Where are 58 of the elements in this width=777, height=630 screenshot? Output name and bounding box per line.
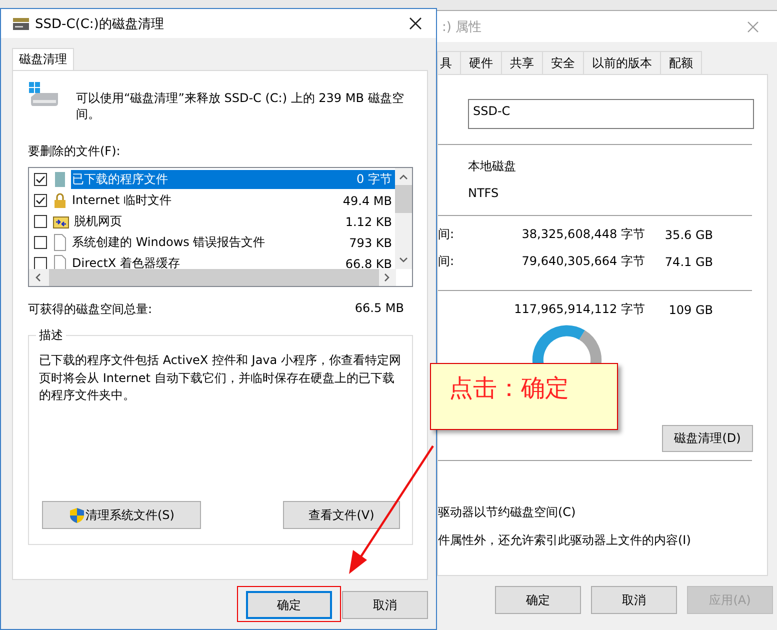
space-label: 间: <box>438 226 456 243</box>
tab[interactable]: 具 <box>437 51 461 74</box>
total-value: 66.5 MB <box>354 301 404 317</box>
files-label: 要删除的文件(F): <box>28 143 122 160</box>
scroll-down-icon[interactable] <box>399 257 408 263</box>
checkbox[interactable] <box>34 194 47 207</box>
package-icon <box>53 171 67 188</box>
checkbox[interactable] <box>34 236 47 249</box>
callout-note: 点击：确定 <box>430 363 618 430</box>
checkbox[interactable] <box>34 257 47 269</box>
scroll-right-icon[interactable] <box>384 273 390 282</box>
space-label: 间: <box>438 253 456 270</box>
drive-icon <box>13 18 29 30</box>
bytes-value: 117,965,914,112 字节 <box>513 301 645 318</box>
bytes-value: 79,640,305,664 字节 <box>520 253 645 270</box>
dialog-button[interactable]: 确定 <box>495 586 581 614</box>
window-title: :) 属性 <box>442 18 483 36</box>
disk-cleanup-button[interactable]: 磁盘清理(D) <box>662 425 753 452</box>
scroll-up-icon[interactable] <box>399 174 408 180</box>
tab[interactable]: 磁盘清理 <box>12 48 74 70</box>
checkbox[interactable] <box>34 173 47 186</box>
filesystem-value: NTFS <box>468 186 500 200</box>
bytes-value: 38,325,608,448 字节 <box>520 226 645 243</box>
type-value: 本地磁盘 <box>468 158 517 175</box>
folder-icon <box>53 214 69 228</box>
file-item[interactable]: DirectX 着色器缓存 66.8 KB <box>71 254 395 269</box>
action-button[interactable]: 查看文件(V) <box>283 501 400 529</box>
file-item[interactable]: 系统创建的 Windows 错误报告文件 793 KB <box>71 233 395 252</box>
donut-drawing <box>532 325 602 365</box>
shield-icon <box>68 506 84 524</box>
tab[interactable]: 配额 <box>660 51 702 74</box>
option-label[interactable]: 件属性外，还允许索引此驱动器上文件的内容(I) <box>438 532 767 548</box>
message-text: 可以使用“磁盘清理”来释放 SSD-C (C:) 上的 239 MB 磁盘空间。 <box>76 90 405 123</box>
document-icon <box>53 234 67 251</box>
total-label: 可获得的磁盘空间总量: <box>28 301 152 318</box>
file-item[interactable]: 已下载的程序文件 0 字节 <box>71 170 395 189</box>
dialog-button[interactable]: 确定 <box>246 591 332 619</box>
checkbox[interactable] <box>34 215 47 228</box>
file-item[interactable]: 脱机网页 1.12 KB <box>73 212 395 231</box>
lock-icon <box>53 192 67 209</box>
file-item[interactable]: Internet 临时文件 49.4 MB <box>71 191 395 210</box>
window-title: SSD-C(C:)的磁盘清理 <box>35 16 165 32</box>
file-list[interactable]: 已下载的程序文件 0 字节 Internet 临时文件 49.4 MB 脱机网页 1.12 KB 系统创建的 Windows 错误报告文件 793 KB DirectX 着色器缓存 66.8 KB <box>28 167 413 287</box>
size-value: 74.1 GB <box>664 254 713 268</box>
name-field[interactable]: SSD-C <box>468 99 754 129</box>
drive-icon <box>28 81 60 107</box>
group-title: 描述 <box>36 327 66 344</box>
size-value: 35.6 GB <box>664 228 713 242</box>
option-label[interactable]: 驱动器以节约磁盘空间(C) <box>438 504 767 520</box>
description-text: 已下载的程序文件包括 ActiveX 控件和 Java 小程序，你查看特定网页时将会从 Internet 自动下载它们，并临时保存在硬盘上的已下载的程序文件夹中。 <box>39 352 402 404</box>
close-icon[interactable] <box>409 17 422 30</box>
dialog-button[interactable]: 取消 <box>591 586 677 614</box>
dialog-button[interactable]: 取消 <box>342 591 428 619</box>
action-button[interactable]: 清理系统文件(S) <box>42 501 201 529</box>
scrollbar[interactable] <box>395 168 412 269</box>
size-value: 109 GB <box>668 302 713 316</box>
scroll-left-icon[interactable] <box>35 273 41 282</box>
scrollbar[interactable] <box>29 269 396 286</box>
